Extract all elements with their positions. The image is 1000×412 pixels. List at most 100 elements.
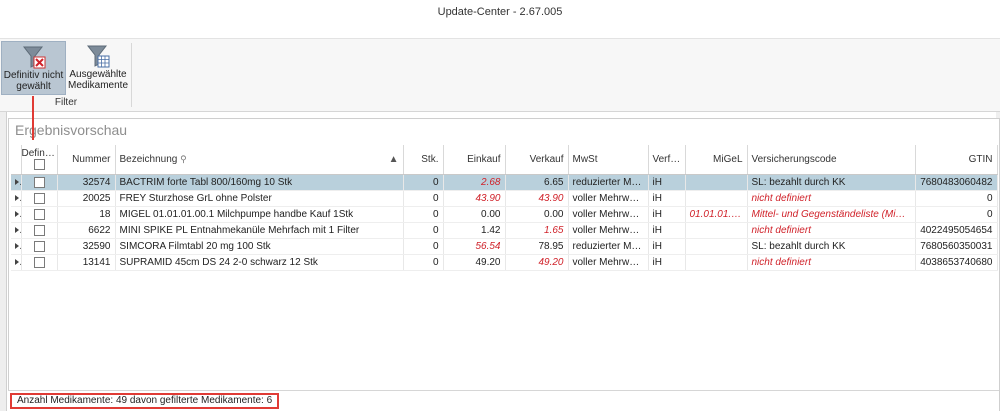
cell-stk: 0 [403,254,444,271]
ribbon-group-label: Filter [54,97,78,108]
row-checkbox-cell[interactable] [21,174,58,191]
cell-einkauf: 43.90 [443,190,506,207]
cell-migel [685,254,748,271]
cell-bezeichnung: MIGEL 01.01.01.00.1 Milchpumpe handbe Ka… [115,206,404,223]
cell-verfuegbarkeit: iH [648,254,686,271]
cell-verfuegbarkeit: iH [648,190,686,207]
table-row[interactable]: 6622 MINI SPIKE PL Entnahmekanüle Mehrfa… [11,222,998,239]
row-checkbox[interactable] [33,224,45,236]
cell-bezeichnung: BACTRIM forte Tabl 800/160mg 10 Stk [115,174,404,191]
cell-gtin: 7680560350031 [915,238,998,255]
row-expander[interactable] [11,222,22,239]
results-grid: Definitiv Nummer Bezeichnung ⚲ ▲ Stk. Ei… [11,145,998,271]
cell-migel: 01.01.01.00.1 [685,206,748,223]
cell-nummer: 32590 [57,238,116,255]
cell-migel [685,190,748,207]
cell-einkauf: 56.54 [443,238,506,255]
results-panel: Ergebnisvorschau Definitiv Nummer Bezeic… [8,118,1000,411]
chevron-right-icon[interactable] [15,195,19,201]
definitiv-nicht-gewaehlt-button[interactable]: Definitiv nicht gewählt [1,41,66,95]
cell-stk: 0 [403,190,444,207]
sort-ascending-icon: ▲ [388,154,399,165]
col-migel-header[interactable]: MiGeL [685,145,748,175]
col-versicherungscode-header[interactable]: Versicherungscode [747,145,916,175]
table-row[interactable]: 32574 BACTRIM forte Tabl 800/160mg 10 St… [11,174,998,191]
status-count-text: Anzahl Medikamente: 49 davon gefilterte … [10,393,280,409]
ausgewaehlte-medikamente-button[interactable]: Ausgewählte Medikamente [66,41,130,93]
cell-verkauf: 78.95 [505,238,569,255]
table-row[interactable]: 32590 SIMCORA Filmtabl 20 mg 100 Stk 0 5… [11,238,998,255]
row-checkbox[interactable] [33,208,45,220]
cell-migel [685,222,748,239]
col-stk-header[interactable]: Stk. [403,145,444,175]
col-nummer-header[interactable]: Nummer [57,145,116,175]
row-checkbox[interactable] [33,240,45,252]
col-einkauf-header[interactable]: Einkauf [443,145,506,175]
row-expander[interactable] [11,174,22,191]
chevron-right-icon[interactable] [15,243,19,249]
cell-mwst: voller Mehrwer... [568,190,649,207]
annotation-arrow-line [32,96,34,140]
row-checkbox-cell[interactable] [21,238,58,255]
window-title: Update-Center - 2.67.005 [437,6,563,18]
cell-bezeichnung: SUPRAMID 45cm DS 24 2-0 schwarz 12 Stk [115,254,404,271]
col-bezeichnung-header[interactable]: Bezeichnung ⚲ ▲ [115,145,404,175]
col-verkauf-header[interactable]: Verkauf [505,145,569,175]
cell-mwst: voller Mehrwer... [568,254,649,271]
chevron-right-icon[interactable] [15,259,19,265]
cell-versicherungscode: SL: bezahlt durch KK [747,174,916,191]
col-definitiv-header[interactable]: Definitiv [21,145,58,175]
table-row[interactable]: 13141 SUPRAMID 45cm DS 24 2-0 schwarz 12… [11,254,998,271]
cell-migel [685,174,748,191]
row-checkbox[interactable] [33,192,45,204]
col-verfuegbarkeit-header[interactable]: Verfü... [648,145,686,175]
chevron-right-icon[interactable] [15,211,19,217]
cell-stk: 0 [403,222,444,239]
ribbon: Definitiv nicht gewählt Ausgewählte Medi… [0,39,1000,112]
row-checkbox-cell[interactable] [21,190,58,207]
cell-gtin: 4038653740680 [915,254,998,271]
filter-icon[interactable]: ⚲ [180,154,187,164]
row-expander[interactable] [11,206,22,223]
col-mwst-header[interactable]: MwSt [568,145,649,175]
cell-nummer: 32574 [57,174,116,191]
cell-einkauf: 1.42 [443,222,506,239]
row-expander[interactable] [11,254,22,271]
cell-mwst: reduzierter Me... [568,174,649,191]
row-checkbox[interactable] [33,256,45,268]
row-indicator-header [11,145,22,175]
grid-header-row: Definitiv Nummer Bezeichnung ⚲ ▲ Stk. Ei… [11,145,998,175]
cell-nummer: 20025 [57,190,116,207]
cell-verfuegbarkeit: iH [648,206,686,223]
select-all-checkbox[interactable] [33,159,45,171]
row-checkbox-cell[interactable] [21,254,58,271]
cell-einkauf: 49.20 [443,254,506,271]
cell-mwst: voller Mehrwer... [568,222,649,239]
col-gtin-header[interactable]: GTIN [915,145,998,175]
cell-verkauf: 0.00 [505,206,569,223]
cell-gtin: 7680483060482 [915,174,998,191]
status-bar: Anzahl Medikamente: 49 davon gefilterte … [8,390,999,412]
filter-delete-icon [22,46,45,69]
ribbon-separator [131,43,132,107]
cell-bezeichnung: SIMCORA Filmtabl 20 mg 100 Stk [115,238,404,255]
cell-stk: 0 [403,238,444,255]
row-expander[interactable] [11,238,22,255]
row-checkbox[interactable] [33,176,45,188]
cell-versicherungscode: nicht definiert [747,190,916,207]
chevron-right-icon[interactable] [15,227,19,233]
cell-verkauf: 1.65 [505,222,569,239]
row-expander[interactable] [11,190,22,207]
cell-mwst: reduzierter Me... [568,238,649,255]
chevron-right-icon[interactable] [15,179,19,185]
row-checkbox-cell[interactable] [21,222,58,239]
cell-verfuegbarkeit: iH [648,238,686,255]
cell-verkauf: 6.65 [505,174,569,191]
cell-mwst: voller Mehrwer... [568,206,649,223]
cell-verfuegbarkeit: iH [648,174,686,191]
table-row[interactable]: 20025 FREY Sturzhose GrL ohne Polster 0 … [11,190,998,207]
table-row[interactable]: 18 MIGEL 01.01.01.00.1 Milchpumpe handbe… [11,206,998,223]
cell-bezeichnung: FREY Sturzhose GrL ohne Polster [115,190,404,207]
cell-gtin: 0 [915,190,998,207]
row-checkbox-cell[interactable] [21,206,58,223]
